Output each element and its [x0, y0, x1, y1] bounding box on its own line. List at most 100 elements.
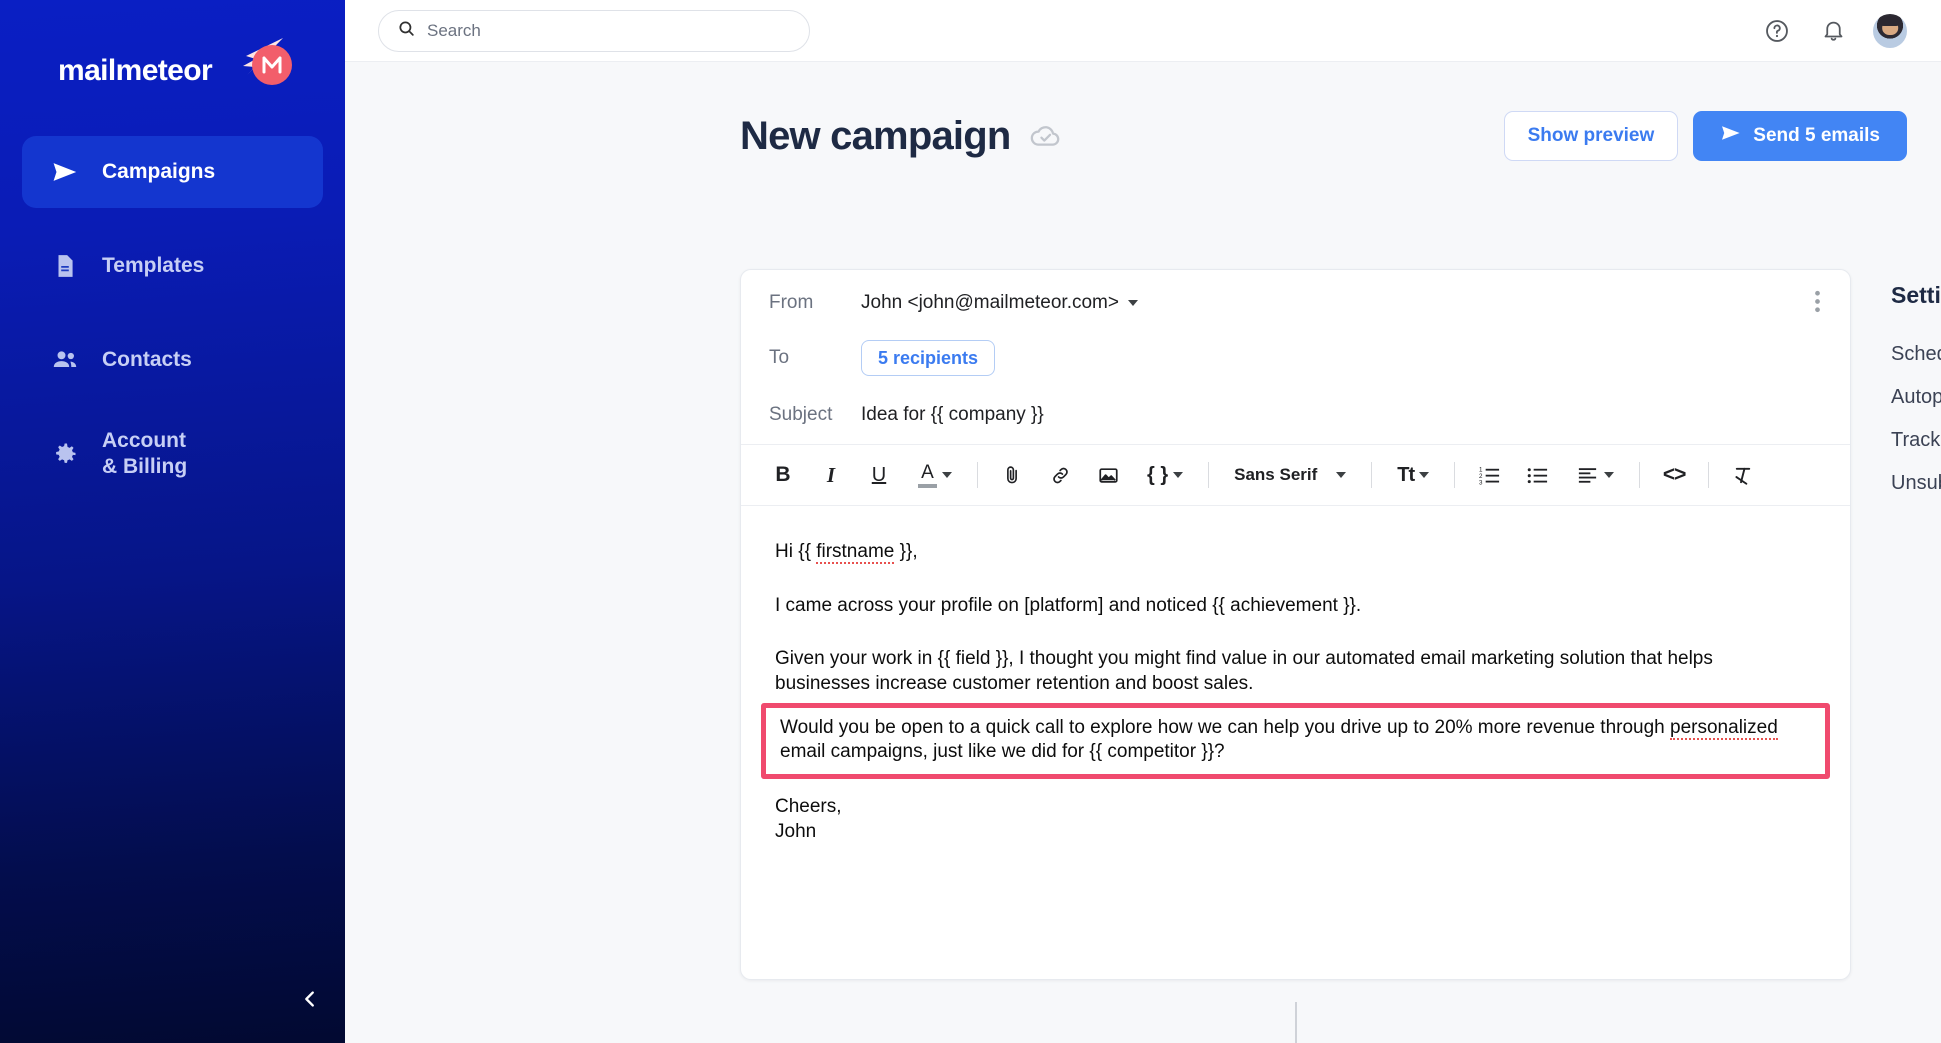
- sidebar-item-contacts[interactable]: Contacts: [22, 324, 323, 396]
- chevron-down-icon: [1419, 472, 1430, 478]
- font-family-label: Sans Serif: [1234, 465, 1318, 484]
- toolbar-divider: [1371, 462, 1373, 488]
- toolbar-divider: [1639, 462, 1641, 488]
- sidebar-item-account-billing[interactable]: Account & Billing: [22, 418, 323, 490]
- topbar: [345, 0, 1941, 62]
- setting-label-track-emails: Track emails: [1891, 429, 1941, 452]
- send-icon: [1720, 122, 1742, 150]
- chevron-down-icon: [1336, 472, 1347, 478]
- setting-label-unsubscribe-link: Unsubscribe link: [1891, 472, 1941, 495]
- formatting-toolbar: B I U A {} Sans Serif Tt 1 2 3 <>: [741, 444, 1850, 506]
- from-selector[interactable]: John <john@mailmeteor.com>: [861, 292, 1138, 314]
- setting-label-autopilot: Autopilot: [1891, 386, 1941, 409]
- highlighted-paragraph[interactable]: Would you be open to a quick call to exp…: [761, 702, 1830, 780]
- unsubscribe-label-text: Unsubscribe link: [1891, 472, 1941, 494]
- settings-panel: Settings Schedule send Autopilot: [1891, 282, 1941, 505]
- sidebar-item-label-campaigns: Campaigns: [102, 160, 216, 184]
- paperclip-icon[interactable]: [993, 456, 1031, 494]
- text-color-button[interactable]: A: [908, 456, 962, 494]
- setting-row-autopilot[interactable]: Autopilot: [1891, 376, 1941, 419]
- setting-row-unsubscribe-link[interactable]: Unsubscribe link: [1891, 462, 1941, 505]
- signature-line2: John: [775, 820, 817, 842]
- chevron-down-icon: [1604, 472, 1615, 478]
- chevron-down-icon: [1173, 472, 1184, 478]
- italic-button[interactable]: I: [812, 456, 850, 494]
- sidebar-collapse-button[interactable]: [290, 981, 330, 1021]
- sidebar-item-campaigns[interactable]: Campaigns: [22, 136, 323, 208]
- link-icon[interactable]: [1041, 456, 1079, 494]
- vertical-divider: [1295, 1002, 1297, 1043]
- clear-formatting-icon[interactable]: [1724, 456, 1762, 494]
- bold-label: B: [775, 463, 791, 486]
- bold-button[interactable]: B: [764, 456, 802, 494]
- account-label-line2: & Billing: [102, 455, 188, 478]
- greeting-merge-field: firstname: [816, 541, 895, 564]
- greeting-prefix: Hi {{: [775, 541, 817, 562]
- track-emails-label-text: Track emails: [1891, 429, 1941, 451]
- toolbar-divider: [1454, 462, 1456, 488]
- main-area: New campaign Show preview Send 5 emails: [345, 0, 1941, 1043]
- sidebar-item-label-contacts: Contacts: [102, 348, 192, 372]
- from-label: From: [769, 292, 814, 313]
- send-emails-label: Send 5 emails: [1753, 125, 1880, 146]
- chevron-left-icon: [299, 988, 321, 1015]
- from-row: From John <john@mailmeteor.com>: [741, 270, 1850, 330]
- setting-row-track-emails[interactable]: Track emails: [1891, 419, 1941, 462]
- search-input[interactable]: [427, 20, 791, 41]
- page-title: New campaign: [740, 113, 1011, 158]
- code-label: <>: [1662, 463, 1687, 486]
- avatar[interactable]: [1873, 13, 1907, 48]
- toolbar-divider: [1708, 462, 1710, 488]
- bullet-list-icon[interactable]: [1518, 456, 1556, 494]
- bell-icon[interactable]: [1817, 15, 1849, 47]
- send-icon: [50, 157, 80, 187]
- subject-row: Subject Idea for {{ company }}: [741, 386, 1850, 444]
- numbered-list-icon[interactable]: 123: [1470, 456, 1508, 494]
- send-emails-button[interactable]: Send 5 emails: [1693, 111, 1907, 161]
- email-body-editor[interactable]: Hi {{ firstname }}, I came across your p…: [741, 506, 1850, 979]
- body-signature: Cheers, John: [775, 795, 1816, 844]
- svg-text:3: 3: [1479, 479, 1483, 486]
- sidebar-item-label-account-billing: Account & Billing: [102, 428, 187, 479]
- to-row: To 5 recipients: [741, 330, 1850, 386]
- signature-line1: Cheers,: [775, 796, 842, 818]
- show-preview-button[interactable]: Show preview: [1503, 111, 1679, 161]
- recipients-chip[interactable]: 5 recipients: [861, 340, 996, 376]
- topbar-actions: [1761, 13, 1907, 48]
- toolbar-divider: [977, 462, 978, 488]
- body-paragraph-2-line1: Given your work in {{ field }}, I though…: [775, 648, 1713, 670]
- image-icon[interactable]: [1089, 456, 1127, 494]
- setting-row-schedule-send[interactable]: Schedule send: [1891, 333, 1941, 376]
- chevron-down-icon: [1127, 300, 1138, 306]
- help-circle-icon[interactable]: [1761, 15, 1793, 47]
- more-vertical-icon[interactable]: [1811, 286, 1824, 322]
- document-icon: [50, 251, 80, 281]
- align-left-icon[interactable]: [1566, 456, 1624, 494]
- font-size-button[interactable]: Tt: [1387, 456, 1439, 494]
- account-label-line1: Account: [102, 429, 186, 453]
- sidebar-item-label-templates: Templates: [102, 254, 205, 278]
- autopilot-label-text: Autopilot: [1891, 386, 1941, 408]
- brand-logo[interactable]: mailmeteor: [0, 0, 345, 94]
- code-button[interactable]: <>: [1655, 456, 1693, 494]
- sidebar-nav: Campaigns Templates Contacts Account & B…: [0, 136, 345, 490]
- subject-value[interactable]: Idea for {{ company }}: [861, 404, 1044, 426]
- app-root: mailmeteor Campaigns Templates Contacts …: [0, 0, 1941, 1043]
- search-box[interactable]: [378, 9, 810, 52]
- settings-title: Settings: [1891, 282, 1941, 308]
- merge-fields-button[interactable]: { }: [1137, 456, 1193, 494]
- cloud-check-icon: [1030, 124, 1061, 153]
- font-family-selector[interactable]: Sans Serif: [1224, 456, 1356, 494]
- underline-label: U: [871, 463, 887, 486]
- from-value: John <john@mailmeteor.com>: [861, 292, 1119, 313]
- sidebar-item-templates[interactable]: Templates: [22, 230, 323, 302]
- italic-label: I: [826, 462, 836, 487]
- body-paragraph-2-line2: businesses increase customer retention a…: [775, 673, 1254, 695]
- sidebar: mailmeteor Campaigns Templates Contacts …: [0, 0, 345, 1043]
- subject-label: Subject: [769, 404, 833, 425]
- underline-button[interactable]: U: [860, 456, 898, 494]
- highlight-line-1: Would you be open to a quick call to exp…: [780, 716, 1815, 741]
- greeting-suffix: }},: [894, 541, 918, 562]
